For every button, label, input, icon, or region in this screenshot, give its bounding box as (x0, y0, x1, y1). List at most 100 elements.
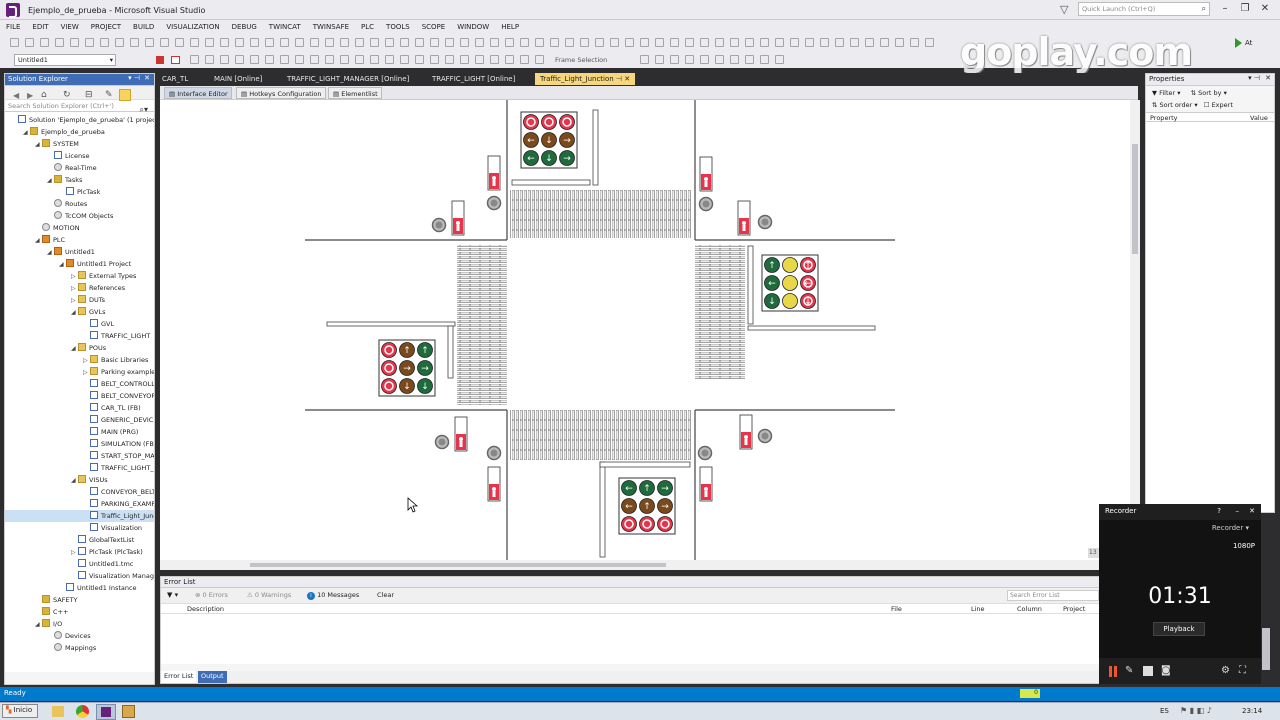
toolbar-icon[interactable] (670, 38, 679, 47)
visual-studio-task-icon[interactable] (96, 704, 116, 720)
toolbar-icon[interactable] (280, 55, 289, 64)
toolbar-icon[interactable] (445, 55, 454, 64)
tree-item[interactable]: ▷ Basic Libraries (5, 354, 148, 366)
toolbar-icon[interactable] (310, 38, 319, 47)
toolbar-icon[interactable] (220, 55, 229, 64)
tree-item[interactable]: Untitled1.tmc (5, 558, 133, 570)
tree-item[interactable]: Solution 'Ejemplo_de_prueba' (1 project) (5, 114, 154, 126)
toolbar-icon[interactable] (745, 38, 754, 47)
close-button[interactable]: ✕ (1256, 2, 1274, 16)
properties-icon[interactable]: ✎ (105, 90, 113, 100)
toolbar-icon[interactable] (610, 38, 619, 47)
taskbar-clock[interactable]: 23:14 (1242, 707, 1262, 715)
toolbar-icon[interactable] (25, 38, 34, 47)
tree-item[interactable]: CONVEYOR_BELT (5, 486, 154, 498)
tree-item[interactable]: ▷ External Types (5, 270, 136, 282)
tab-error-list[interactable]: Error List (161, 671, 197, 683)
menu-item-help[interactable]: HELP (501, 23, 519, 31)
tree-item[interactable]: GlobalTextList (5, 534, 134, 546)
tree-item[interactable]: BELT_CONVEYOR (5, 390, 154, 402)
toolbar-icon[interactable] (745, 55, 754, 64)
tree-item[interactable]: TRAFFIC_LIGHT (5, 330, 150, 342)
menu-item-twinsafe[interactable]: TWINSAFE (313, 23, 349, 31)
toolbar-icon[interactable] (55, 38, 64, 47)
menu-item-visualization[interactable]: VISUALIZATION (166, 23, 219, 31)
errors-toggle[interactable]: ⊗ 0 Errors (195, 591, 228, 599)
pause-icon[interactable] (1109, 666, 1112, 677)
tree-item[interactable]: ◢ Tasks (5, 174, 82, 186)
toolbar-icon[interactable] (550, 38, 559, 47)
tab-output[interactable]: Output (198, 671, 227, 683)
toolbar-icon[interactable] (430, 38, 439, 47)
solution-search-input[interactable]: Search Solution Explorer (Ctrl+') ⌕▾ (5, 100, 154, 114)
toolbar-icon[interactable] (670, 55, 679, 64)
document-tab[interactable]: TRAFFIC_LIGHT [Online] (427, 73, 520, 85)
document-tab[interactable]: CAR_TL (157, 73, 193, 85)
tree-item[interactable]: PlcTask (5, 186, 100, 198)
attach-label[interactable]: At (1245, 39, 1252, 47)
toolbar-icon[interactable] (385, 38, 394, 47)
toolbar-icon[interactable] (10, 38, 19, 47)
toolbar-icon[interactable] (505, 38, 514, 47)
horizontal-scroll-thumb[interactable] (250, 563, 666, 567)
tree-item[interactable]: Mappings (5, 642, 96, 654)
logout-icon[interactable] (171, 56, 180, 64)
back-icon[interactable]: ◀ (13, 91, 19, 100)
toolbar-icon[interactable] (880, 38, 889, 47)
notification-flag-icon[interactable]: ▽ (1060, 3, 1070, 16)
fullscreen-icon[interactable]: ⛶ (1239, 665, 1246, 676)
toolbar-icon[interactable] (700, 55, 709, 64)
twincat-icon[interactable] (122, 705, 135, 718)
tree-item[interactable]: ◢ VISUs (5, 474, 108, 486)
tree-item[interactable]: SIMULATION (FB) (5, 438, 154, 450)
tree-item[interactable]: TRAFFIC_LIGHT_ (5, 462, 154, 474)
tree-item[interactable]: SAFETY (5, 594, 77, 606)
subtab-elementlist[interactable]: ▤ Elementlist (328, 87, 382, 99)
toolbar-icon[interactable] (235, 55, 244, 64)
toolbar-icon[interactable] (250, 38, 259, 47)
toolbar-icon[interactable] (85, 38, 94, 47)
tree-item[interactable]: ◢ Untitled1 Project (5, 258, 131, 270)
toolbar-icon[interactable] (295, 55, 304, 64)
tray-icons[interactable]: ⚑ ▮ ◧ ♪ (1180, 706, 1212, 715)
toolbar-icon[interactable] (475, 38, 484, 47)
toolbar-icon[interactable] (445, 38, 454, 47)
preview-icon[interactable] (119, 89, 131, 101)
value-column-header[interactable]: Value (1250, 114, 1268, 122)
toolbar-icon[interactable] (415, 38, 424, 47)
description-column-header[interactable]: Description (187, 605, 224, 613)
tree-item[interactable]: PARKING_EXAMPL (5, 498, 154, 510)
document-tab[interactable]: TRAFFIC_LIGHT_MANAGER [Online] (282, 73, 414, 85)
tree-item[interactable]: Untitled1 Instance (5, 582, 137, 594)
playback-button[interactable]: Playback (1153, 622, 1205, 636)
menu-item-file[interactable]: FILE (6, 23, 20, 31)
pen-icon[interactable]: ✎ (1125, 665, 1133, 676)
tree-item[interactable]: Visualization (5, 522, 142, 534)
search-error-list-input[interactable]: Search Error List (1007, 590, 1099, 601)
toolbar-icon[interactable] (715, 55, 724, 64)
toolbar-icon[interactable] (490, 55, 499, 64)
toolbar-icon[interactable] (295, 38, 304, 47)
property-column-header[interactable]: Property (1150, 114, 1178, 122)
tree-item[interactable]: Devices (5, 630, 91, 642)
toolbar-icon[interactable] (355, 38, 364, 47)
menu-item-build[interactable]: BUILD (133, 23, 154, 31)
menu-item-window[interactable]: WINDOW (457, 23, 489, 31)
tree-item[interactable]: MAIN (PRG) (5, 426, 138, 438)
toolbar-icon[interactable] (460, 38, 469, 47)
toolbar-icon[interactable] (325, 55, 334, 64)
project-column-header[interactable]: Project (1063, 605, 1085, 613)
toolbar-icon[interactable] (760, 55, 769, 64)
toolbar-icon[interactable] (190, 38, 199, 47)
toolbar-icon[interactable] (535, 38, 544, 47)
toolbar-icon[interactable] (340, 38, 349, 47)
help-icon[interactable]: ? (1217, 507, 1221, 515)
toolbar-icon[interactable] (760, 38, 769, 47)
home-icon[interactable]: ⌂ (41, 90, 47, 100)
menu-item-plc[interactable]: PLC (361, 23, 374, 31)
document-tab[interactable]: Traffic_Light_Junction ⊣ ✕ (535, 73, 636, 85)
tree-item[interactable]: Visualization Manager (5, 570, 154, 582)
tree-item[interactable]: ◢ Ejemplo_de_prueba (5, 126, 105, 138)
tree-item[interactable]: ▷ Parking example (5, 366, 154, 378)
minimize-button[interactable]: – (1216, 2, 1234, 16)
